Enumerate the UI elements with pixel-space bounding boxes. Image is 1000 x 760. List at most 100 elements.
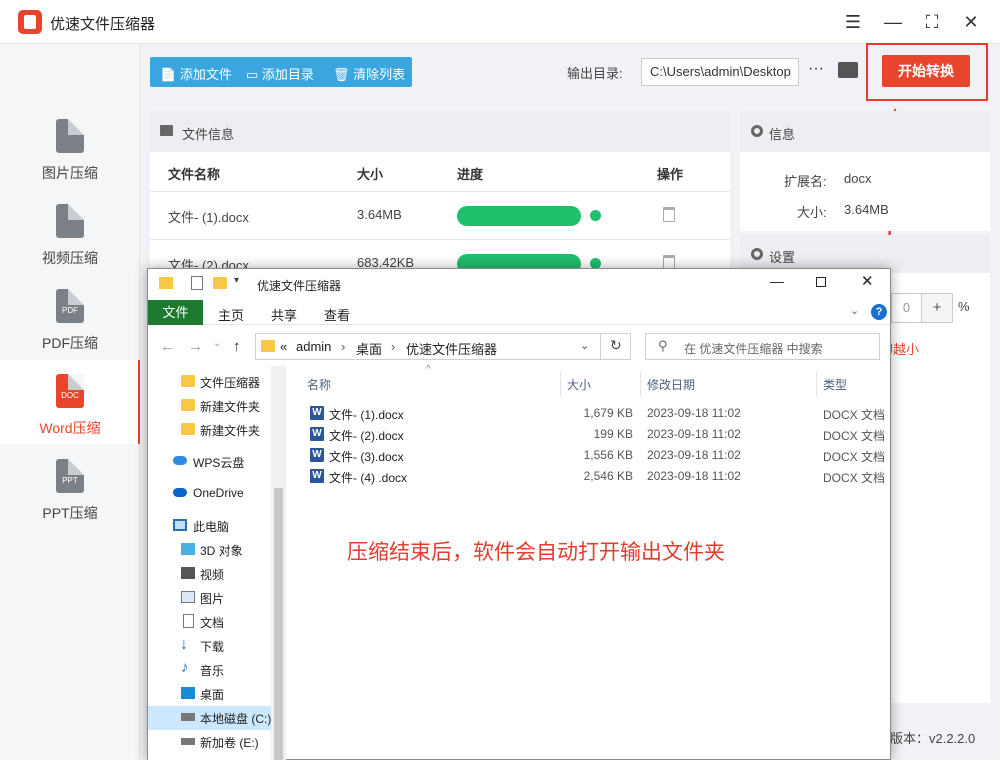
annotation-text: 压缩结束后，软件会自动打开输出文件夹: [347, 541, 725, 564]
nav-item[interactable]: 下载: [200, 638, 224, 655]
open-folder-icon[interactable]: [838, 62, 858, 78]
column-name[interactable]: 名称: [307, 376, 331, 393]
file-item-name[interactable]: 文件- (4) .docx: [329, 469, 407, 486]
close-icon[interactable]: ✕: [960, 11, 982, 33]
sidebar-item-label: PDF压缩: [42, 335, 98, 351]
more-button[interactable]: ···: [808, 60, 824, 78]
output-dir-input[interactable]: C:\Users\admin\Desktop: [641, 58, 799, 86]
ext-value: docx: [844, 171, 872, 186]
column-progress: 进度: [457, 167, 484, 182]
search-input[interactable]: ⚲ 在 优速文件压缩器 中搜索: [645, 333, 880, 360]
up-icon[interactable]: ↑: [233, 338, 241, 355]
nav-item[interactable]: 图片: [200, 590, 224, 607]
sidebar-item-label: Word压缩: [39, 420, 101, 436]
nav-item[interactable]: 新加卷 (E:): [200, 734, 259, 751]
ribbon-file-tab[interactable]: 文件: [148, 300, 203, 325]
explorer-title-bar: ▾ 优速文件压缩器 — ✕: [148, 269, 890, 300]
file-item-name[interactable]: 文件- (2).docx: [329, 427, 404, 444]
explorer-title: 优速文件压缩器: [257, 279, 342, 293]
clear-list-button[interactable]: 🗑 清除列表: [333, 64, 405, 83]
delete-icon[interactable]: [663, 207, 675, 222]
file-item-size: 199 KB: [593, 427, 633, 441]
nav-item[interactable]: 桌面: [200, 686, 224, 703]
column-action: 操作: [657, 167, 684, 182]
nav-item-wps[interactable]: WPS云盘: [193, 454, 244, 471]
file-item-date: 2023-09-18 11:02: [647, 406, 741, 420]
nav-scrollbar-thumb[interactable]: [274, 488, 283, 760]
nav-item[interactable]: 新建文件夹: [200, 398, 260, 415]
maximize-icon[interactable]: [816, 277, 826, 287]
quality-plus-button[interactable]: +: [921, 293, 953, 323]
column-type[interactable]: 类型: [823, 376, 847, 393]
nav-item[interactable]: 文件压缩器: [200, 374, 260, 391]
sidebar-item-image[interactable]: 图片压缩: [0, 119, 140, 203]
add-dir-button[interactable]: ▭ 添加目录: [246, 64, 314, 83]
ribbon-tab-share[interactable]: 共享: [271, 305, 297, 324]
nav-item[interactable]: 音乐: [200, 662, 224, 679]
nav-item[interactable]: 视频: [200, 566, 224, 583]
documents-icon: [183, 614, 194, 628]
file-item-name[interactable]: 文件- (3).docx: [329, 448, 404, 465]
app-logo-icon: [18, 10, 42, 34]
ribbon-tab-home[interactable]: 主页: [218, 305, 244, 324]
done-check-icon: [590, 210, 601, 221]
maximize-icon[interactable]: ⛶: [921, 11, 943, 33]
clear-list-label: 清除列表: [353, 67, 406, 82]
close-icon[interactable]: ✕: [861, 272, 874, 290]
file-item-date: 2023-09-18 11:02: [647, 427, 741, 441]
folder-icon: [181, 423, 195, 435]
word-doc-icon: W: [310, 448, 324, 462]
column-size[interactable]: 大小: [567, 376, 591, 393]
menu-icon[interactable]: ☰: [842, 11, 864, 33]
column-divider[interactable]: [816, 372, 817, 396]
nav-item-onedrive[interactable]: OneDrive: [193, 486, 244, 500]
sidebar-item-ppt[interactable]: PPT PPT压缩: [0, 459, 140, 543]
refresh-button[interactable]: ↻: [601, 333, 631, 360]
toolbar-button-group: 📄 添加文件 ▭ 添加目录 🗑 清除列表: [150, 57, 412, 87]
file-item-type: DOCX 文档: [823, 471, 886, 485]
minimize-icon[interactable]: —: [770, 273, 784, 289]
sidebar-item-video[interactable]: 视频压缩: [0, 204, 140, 288]
column-name: 文件名称: [168, 167, 221, 182]
forward-icon[interactable]: →: [188, 338, 203, 355]
help-icon[interactable]: ?: [871, 304, 887, 320]
breadcrumb-desktop[interactable]: 桌面: [356, 339, 382, 358]
breadcrumb-current[interactable]: 优速文件压缩器: [406, 339, 497, 358]
breadcrumb-separator[interactable]: ›: [391, 339, 395, 354]
recent-dropdown-icon[interactable]: ⌄: [213, 338, 221, 349]
column-date[interactable]: 修改日期: [647, 376, 695, 393]
back-icon[interactable]: ←: [160, 338, 175, 355]
nav-item[interactable]: 新建文件夹: [200, 422, 260, 439]
ribbon-expand-icon[interactable]: ⌄: [850, 304, 859, 317]
nav-item-this-pc[interactable]: 此电脑: [193, 518, 229, 535]
new-folder-icon[interactable]: [213, 277, 227, 289]
properties-icon[interactable]: [191, 276, 203, 290]
minimize-icon[interactable]: —: [882, 11, 904, 33]
file-item-size: 1,556 KB: [583, 448, 633, 462]
column-divider[interactable]: [560, 372, 561, 396]
nav-item[interactable]: 文档: [200, 614, 224, 631]
breadcrumb-admin[interactable]: admin: [296, 339, 331, 354]
add-file-button[interactable]: 📄 添加文件: [160, 64, 232, 83]
address-overflow[interactable]: «: [280, 339, 287, 354]
ribbon-tab-view[interactable]: 查看: [324, 305, 350, 324]
sidebar-item-label: 图片压缩: [42, 165, 98, 181]
video-icon: [181, 567, 195, 579]
ppt-file-icon: PPT: [56, 459, 84, 493]
file-item-name[interactable]: 文件- (1).docx: [329, 406, 404, 423]
start-convert-button[interactable]: 开始转换: [882, 55, 970, 87]
file-row-size: 3.64MB: [357, 207, 402, 222]
quick-access-dropdown-icon[interactable]: ▾: [234, 275, 239, 286]
version-label: 版本：v2.2.2.0: [890, 731, 976, 746]
quality-input[interactable]: 0: [891, 293, 921, 323]
address-dropdown-icon[interactable]: ⌄: [580, 339, 589, 352]
nav-item-local-disk[interactable]: 本地磁盘 (C:): [200, 710, 271, 727]
file-item-type: DOCX 文档: [823, 408, 886, 422]
nav-item[interactable]: 3D 对象: [200, 542, 243, 559]
breadcrumb-separator[interactable]: ›: [341, 339, 345, 354]
doc-file-icon: DOC: [56, 374, 84, 408]
progress-bar: [457, 206, 581, 226]
column-divider[interactable]: [640, 372, 641, 396]
3d-objects-icon: [181, 543, 195, 555]
sidebar-item-word[interactable]: DOC Word压缩: [0, 360, 140, 444]
